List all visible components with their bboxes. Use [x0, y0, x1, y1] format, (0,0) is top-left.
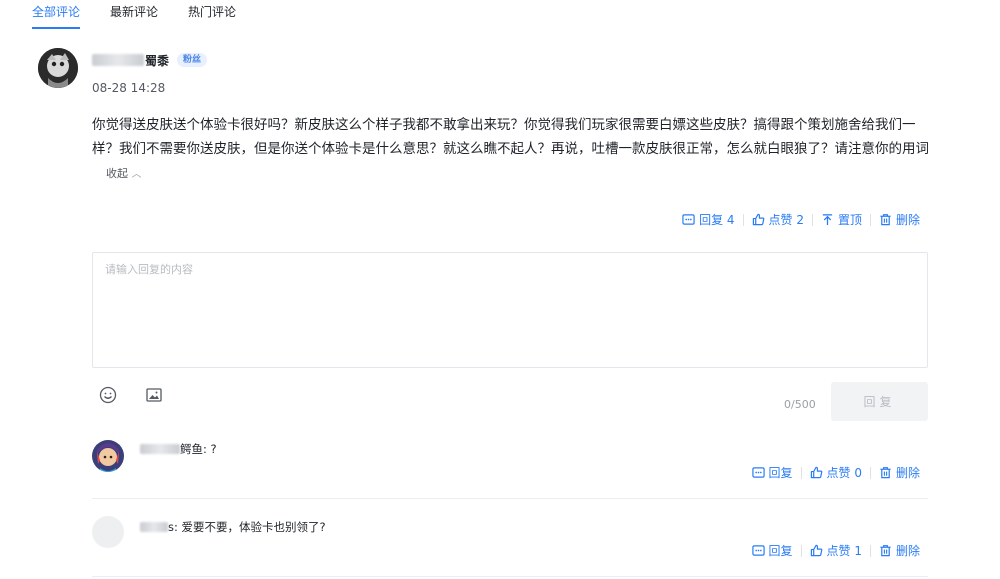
like-button[interactable]: 点赞 2 — [744, 211, 812, 228]
comment-text: 你觉得送皮肤送个体验卡很好吗？新皮肤这么个样子我都不敢拿出来玩？你觉得我们玩家很… — [92, 117, 929, 157]
tab-all-comments[interactable]: 全部评论 — [32, 4, 81, 29]
delete-button[interactable]: 删除 — [871, 211, 928, 228]
divider — [92, 498, 928, 499]
divider — [92, 576, 928, 577]
trash-icon — [880, 467, 891, 479]
avatar[interactable] — [92, 516, 124, 548]
thumbs-up-icon — [752, 213, 764, 226]
thumbs-up-icon — [810, 466, 822, 479]
reply-label: 回复 — [768, 544, 793, 558]
collapse-button[interactable]: 收起 ︿ — [106, 167, 142, 180]
reply-line: 鳄鱼 : ? — [140, 441, 217, 457]
emoji-icon[interactable] — [99, 386, 117, 404]
reply-icon — [682, 214, 695, 225]
char-counter: 0/500 — [784, 398, 816, 411]
avatar[interactable] — [92, 440, 124, 472]
comment-time: 08-28 14:28 — [92, 81, 166, 95]
delete-label: 删除 — [895, 544, 920, 558]
reply-line: s : 爱要不要，体验卡也别领了? — [140, 519, 326, 535]
reply-count: 回复 4 — [699, 213, 735, 227]
submit-reply-button[interactable]: 回复 — [831, 382, 928, 421]
delete-label: 删除 — [895, 213, 920, 227]
trash-icon — [880, 214, 891, 226]
author-name[interactable]: 蜀黍 — [145, 52, 169, 69]
reply-icon — [751, 545, 765, 556]
like-button[interactable]: 点赞 1 — [802, 542, 870, 559]
pin-top-icon — [822, 214, 833, 226]
reply-author[interactable]: 鳄鱼 — [180, 441, 203, 457]
comment-actions: 回复 4 点赞 2 置顶 删除 — [674, 211, 928, 228]
like-count: 点赞 1 — [826, 544, 862, 558]
avatar-image — [92, 440, 124, 472]
delete-label: 删除 — [895, 466, 920, 480]
collapse-label: 收起 — [106, 167, 128, 180]
delete-button[interactable]: 删除 — [871, 464, 928, 481]
reply-text: : ? — [203, 442, 217, 456]
redacted-name — [92, 54, 144, 66]
reply-text: : 爱要不要，体验卡也别领了? — [174, 520, 326, 534]
comment-tabs: 全部评论 最新评论 热门评论 — [32, 4, 266, 29]
redacted-name — [140, 444, 180, 454]
reply-button[interactable]: 回复 — [744, 464, 801, 481]
tab-hot-comments[interactable]: 热门评论 — [188, 4, 236, 24]
thumbs-up-icon — [810, 544, 822, 557]
reply-actions: 回复 点赞 0 删除 — [744, 464, 928, 481]
like-count: 点赞 0 — [826, 466, 862, 480]
image-icon[interactable] — [145, 386, 163, 404]
reply-button[interactable]: 回复 — [744, 542, 801, 559]
chevron-up-icon: ︿ — [131, 169, 142, 180]
reply-button[interactable]: 回复 4 — [674, 211, 742, 228]
tab-latest-comments[interactable]: 最新评论 — [110, 4, 158, 24]
like-count: 点赞 2 — [768, 213, 804, 227]
reply-input[interactable] — [105, 261, 915, 359]
trash-icon — [880, 545, 891, 557]
reply-input-box — [92, 252, 928, 368]
pin-button[interactable]: 置顶 — [813, 211, 870, 228]
reply-label: 回复 — [768, 466, 793, 480]
reply-actions: 回复 点赞 1 删除 — [744, 542, 928, 559]
comment-author: 蜀黍 粉丝 — [92, 52, 208, 69]
fan-badge: 粉丝 — [177, 53, 208, 67]
delete-button[interactable]: 删除 — [871, 542, 928, 559]
avatar[interactable] — [38, 48, 78, 88]
reply-icon — [751, 467, 765, 478]
like-button[interactable]: 点赞 0 — [802, 464, 870, 481]
avatar-image — [38, 48, 78, 88]
redacted-name — [140, 522, 168, 532]
pin-label: 置顶 — [837, 213, 862, 227]
comment-content: 你觉得送皮肤送个体验卡很好吗？新皮肤这么个样子我都不敢拿出来玩？你觉得我们玩家很… — [92, 113, 942, 187]
